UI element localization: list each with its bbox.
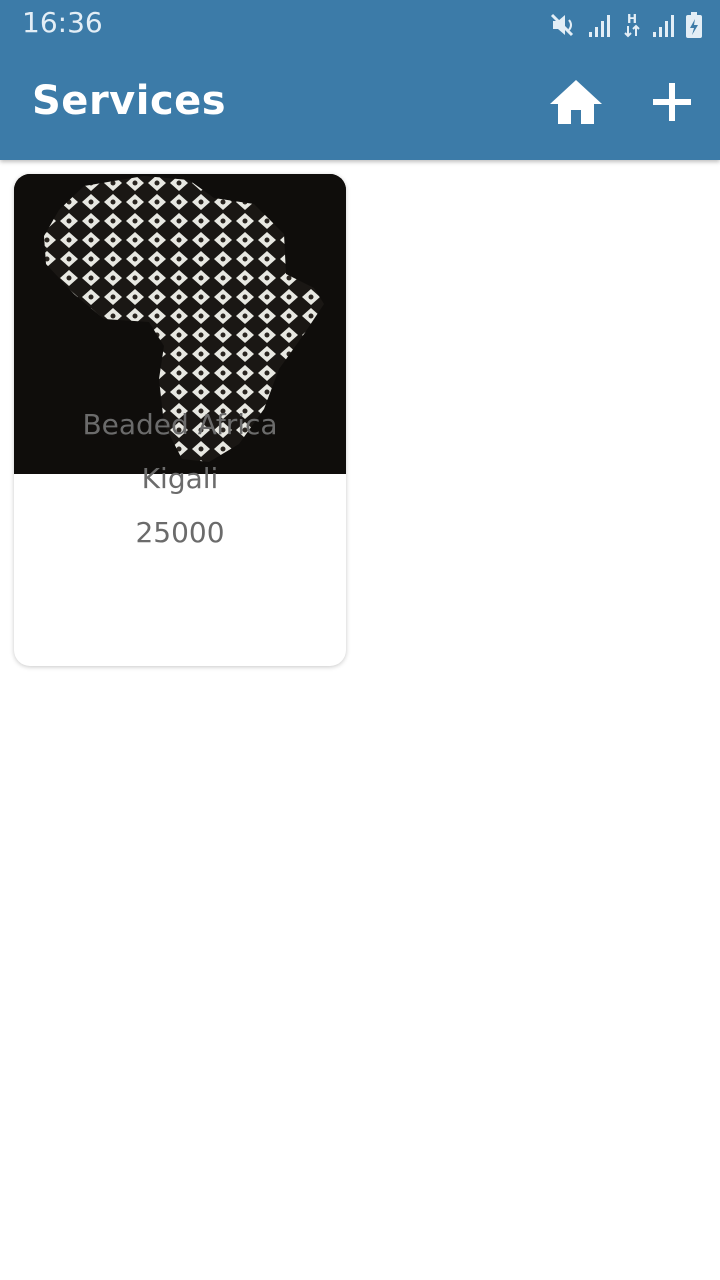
service-card[interactable]: Beaded Africa Kigali 25000 <box>14 174 346 666</box>
status-icons: H <box>550 10 702 40</box>
battery-charging-icon <box>686 12 702 38</box>
signal-icon <box>588 12 612 38</box>
top-app-bar: 16:36 H Services <box>0 0 720 160</box>
status-bar: 16:36 H <box>0 0 720 50</box>
svg-text:H: H <box>627 12 637 26</box>
network-h-icon: H <box>622 11 642 39</box>
service-name: Beaded Africa <box>82 408 278 441</box>
home-button[interactable] <box>546 78 606 130</box>
add-icon <box>652 82 692 126</box>
page-title: Services <box>32 78 227 124</box>
service-price: 25000 <box>135 516 225 549</box>
status-time: 16:36 <box>22 6 103 39</box>
mute-icon <box>550 12 578 38</box>
add-service-button[interactable] <box>646 78 698 130</box>
signal-icon <box>652 12 676 38</box>
home-icon <box>548 78 604 130</box>
service-location: Kigali <box>141 462 219 495</box>
